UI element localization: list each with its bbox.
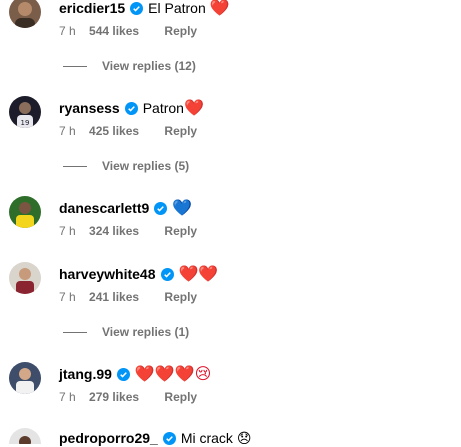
reply-button[interactable]: Reply — [164, 24, 197, 38]
comment-meta: 7 h 279 likes Reply — [59, 390, 197, 404]
comment-emoji: ❤️❤️❤️😢 — [134, 366, 212, 383]
username-text[interactable]: ericdier15 — [59, 0, 125, 16]
likes-count[interactable]: 544 likes — [89, 24, 139, 38]
comment-emoji: ❤️ — [183, 100, 204, 117]
likes-count[interactable]: 279 likes — [89, 390, 139, 404]
username[interactable]: harveywhite48 ❤️❤️ — [59, 264, 218, 284]
verified-badge-icon — [154, 202, 168, 215]
username[interactable]: ryansess Patron❤️ — [59, 98, 204, 118]
username[interactable]: pedroporro29_ Mi crack 😞 — [59, 430, 251, 447]
likes-count[interactable]: 241 likes — [89, 290, 139, 304]
comment-emoji: ❤️❤️ — [178, 266, 219, 283]
divider-line — [63, 66, 87, 68]
avatar[interactable] — [9, 262, 41, 294]
avatar[interactable] — [9, 0, 41, 28]
view-replies-button[interactable]: View replies (12) — [63, 59, 196, 73]
avatar[interactable] — [9, 428, 41, 444]
likes-count[interactable]: 324 likes — [89, 224, 139, 238]
verified-badge-icon — [116, 368, 130, 381]
view-replies-button[interactable]: View replies (5) — [63, 159, 189, 173]
username-text[interactable]: danescarlett9 — [59, 200, 149, 216]
username[interactable]: ericdier15 El Patron ❤️ — [59, 0, 230, 18]
likes-count[interactable]: 425 likes — [89, 124, 139, 138]
avatar[interactable]: 19 — [9, 96, 41, 128]
comment-meta: 7 h 324 likes Reply — [59, 224, 197, 238]
reply-button[interactable]: Reply — [164, 224, 197, 238]
avatar[interactable] — [9, 196, 41, 228]
comment-meta: 7 h 241 likes Reply — [59, 290, 197, 304]
reply-button[interactable]: Reply — [164, 124, 197, 138]
timestamp: 7 h — [59, 224, 76, 238]
verified-badge-icon — [130, 2, 144, 15]
reply-button[interactable]: Reply — [164, 290, 197, 304]
view-replies-button[interactable]: View replies (1) — [63, 325, 189, 339]
comment-emoji: 💙 — [172, 200, 193, 217]
reply-button[interactable]: Reply — [164, 390, 197, 404]
timestamp: 7 h — [59, 290, 76, 304]
view-replies-label: View replies (12) — [102, 59, 196, 73]
verified-badge-icon — [162, 432, 176, 445]
avatar[interactable] — [9, 362, 41, 394]
divider-line — [63, 332, 87, 334]
timestamp: 7 h — [59, 390, 76, 404]
comment-meta: 7 h 544 likes Reply — [59, 24, 197, 38]
timestamp: 7 h — [59, 124, 76, 138]
comment-meta: 7 h 425 likes Reply — [59, 124, 197, 138]
username[interactable]: jtang.99 ❤️❤️❤️😢 — [59, 364, 211, 384]
comment-emoji: ❤️ — [209, 0, 230, 17]
timestamp: 7 h — [59, 24, 76, 38]
view-replies-label: View replies (5) — [102, 159, 190, 173]
username[interactable]: danescarlett9 💙 — [59, 198, 192, 218]
comment-text: El Patron — [148, 0, 206, 16]
svg-text:19: 19 — [21, 119, 30, 127]
username-text[interactable]: jtang.99 — [59, 366, 112, 382]
divider-line — [63, 166, 87, 168]
username-text[interactable]: harveywhite48 — [59, 266, 156, 282]
username-text[interactable]: ryansess — [59, 100, 120, 116]
verified-badge-icon — [160, 268, 174, 281]
view-replies-label: View replies (1) — [102, 325, 190, 339]
verified-badge-icon — [124, 102, 138, 115]
comment-text: Patron — [142, 100, 184, 116]
